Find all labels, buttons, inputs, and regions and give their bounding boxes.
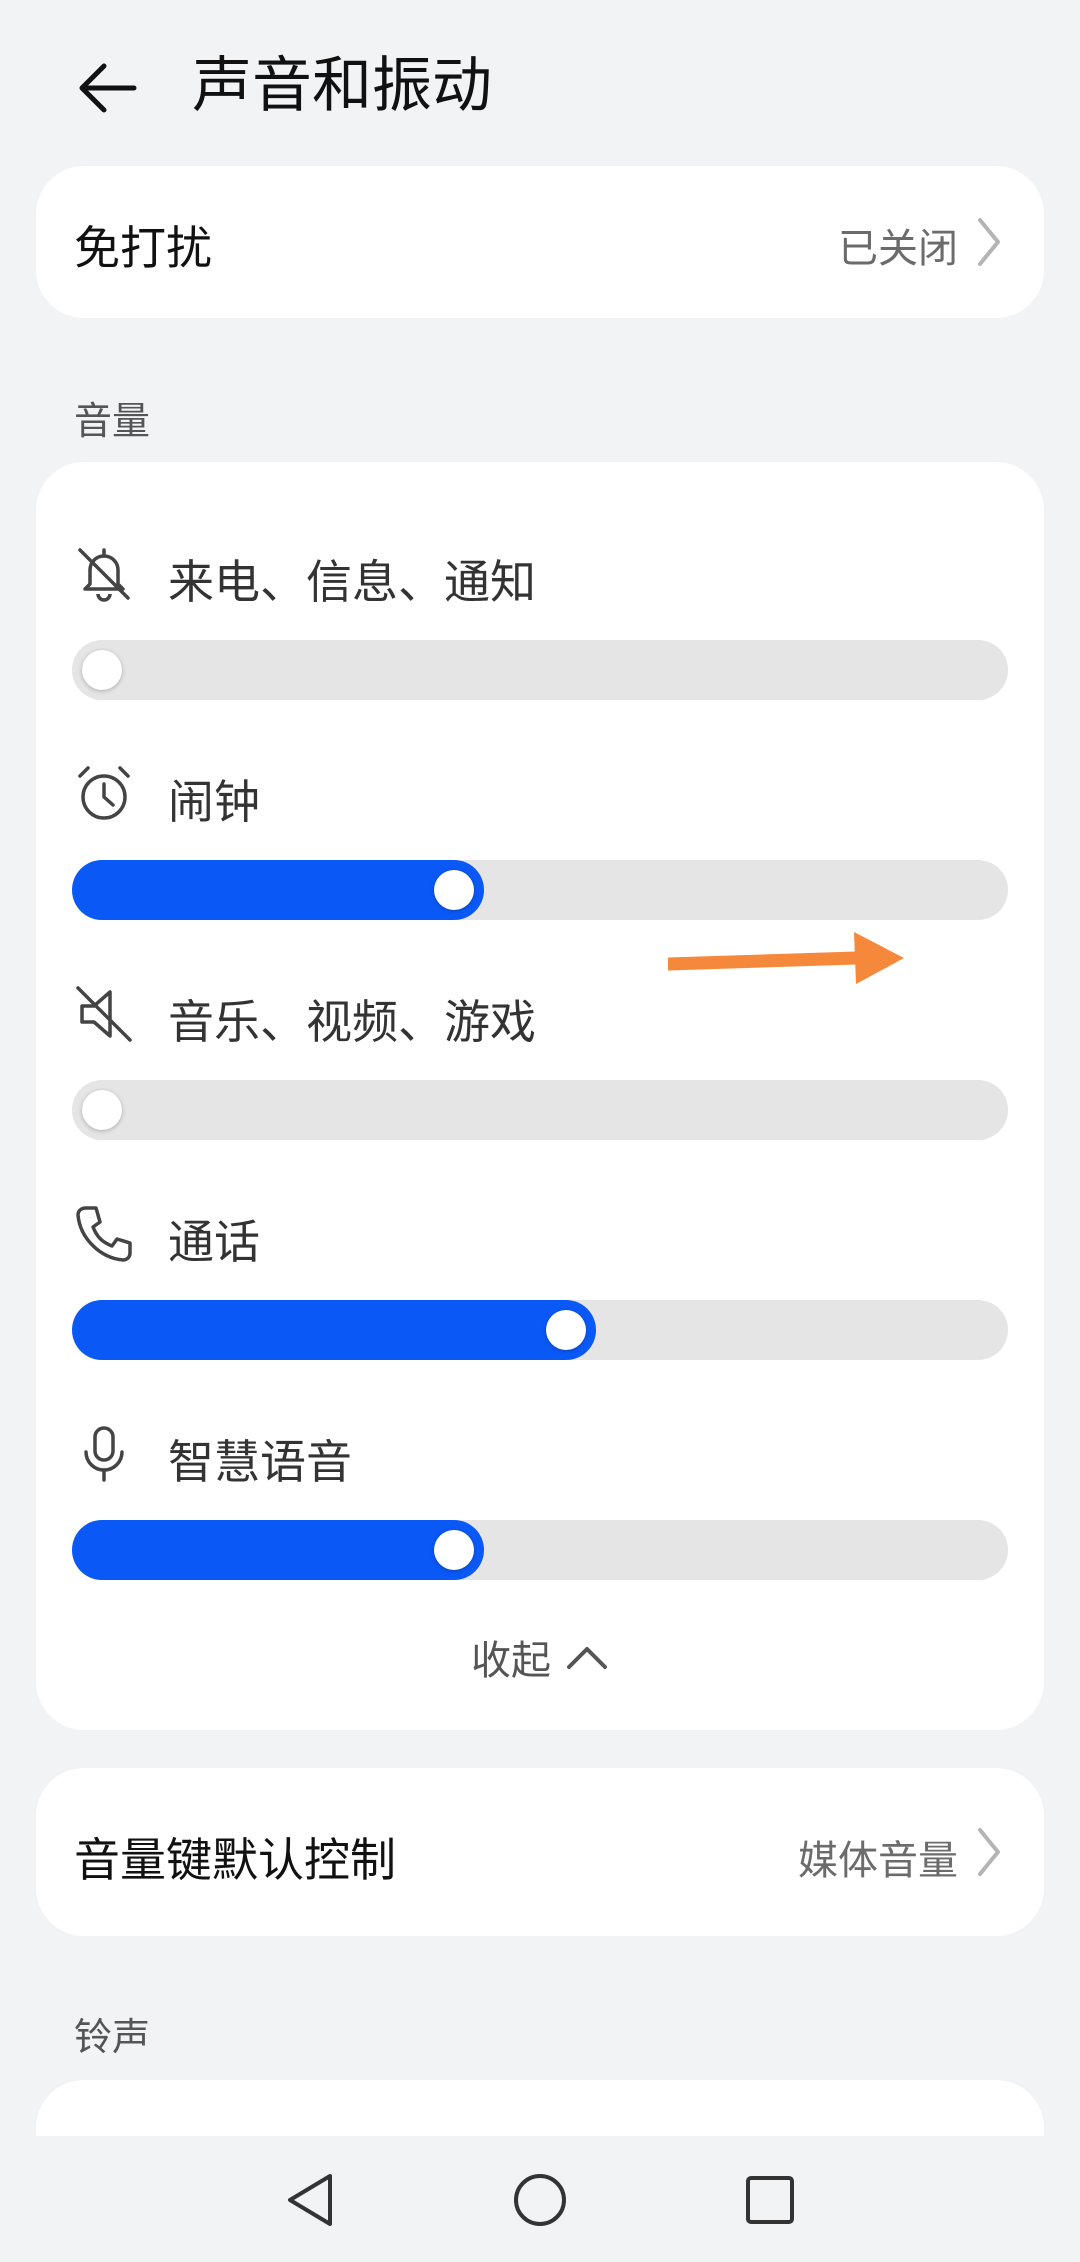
slider-thumb[interactable] <box>434 870 474 910</box>
volume-item-smart-voice: 智慧语音 <box>36 1422 1044 1642</box>
volume-item-label: 闹钟 <box>168 775 260 829</box>
volume-item-call: 通话 <box>36 1202 1044 1422</box>
microphone-icon <box>84 1426 124 1482</box>
slider-thumb[interactable] <box>546 1310 586 1350</box>
ringtone-section-label: 铃声 <box>74 2015 151 2059</box>
annotation-arrow-icon <box>668 932 904 984</box>
app-header: 声音和振动 <box>0 0 1080 160</box>
volume-item-media: 音乐、视频、游戏 <box>36 982 1044 1202</box>
volume-slider[interactable] <box>72 1300 1008 1360</box>
chevron-up-icon <box>567 1647 607 1669</box>
volume-item-label: 通话 <box>168 1215 260 1269</box>
slider-fill <box>72 1300 596 1360</box>
bell-muted-icon <box>78 548 130 602</box>
volume-item-ringtone-notification: 来电、信息、通知 <box>36 542 1044 762</box>
slider-thumb[interactable] <box>434 1530 474 1570</box>
volume-section-label: 音量 <box>74 399 151 443</box>
nav-recents-button[interactable] <box>730 2160 810 2240</box>
system-navigation-bar <box>0 2136 1080 2262</box>
page-title: 声音和振动 <box>192 51 492 121</box>
volume-item-label: 智慧语音 <box>168 1435 352 1489</box>
arrow-left-icon <box>79 63 137 113</box>
alarm-clock-icon <box>78 766 130 820</box>
volume-key-value: 媒体音量 <box>798 1838 958 1884</box>
dnd-status: 已关闭 <box>838 226 958 272</box>
triangle-back-icon <box>288 2174 332 2226</box>
volume-slider[interactable] <box>72 1080 1008 1140</box>
speaker-muted-icon <box>76 986 132 1042</box>
volume-item-label: 音乐、视频、游戏 <box>168 995 536 1049</box>
chevron-right-icon <box>978 218 1000 266</box>
slider-thumb[interactable] <box>82 1090 122 1130</box>
sound-vibration-screen: 声音和振动 免打扰 已关闭 音量 来电、信息、通知 闹钟 音乐、视频、游戏 通话… <box>0 0 1080 2262</box>
collapse-button[interactable]: 收起 <box>36 1628 1044 1686</box>
nav-back-button[interactable] <box>270 2160 350 2240</box>
volume-key-row[interactable]: 音量键默认控制 媒体音量 <box>36 1768 1044 1936</box>
slider-fill <box>72 860 484 920</box>
volume-key-title: 音量键默认控制 <box>74 1833 396 1887</box>
square-recents-icon <box>746 2176 794 2224</box>
slider-fill <box>72 1520 484 1580</box>
back-button[interactable] <box>60 40 156 136</box>
dnd-row[interactable]: 免打扰 已关闭 <box>36 166 1044 318</box>
circle-home-icon <box>514 2174 566 2226</box>
volume-item-label: 来电、信息、通知 <box>168 555 536 609</box>
phone-icon <box>76 1206 132 1262</box>
volume-slider[interactable] <box>72 640 1008 700</box>
dnd-title: 免打扰 <box>74 221 212 275</box>
volume-card: 来电、信息、通知 闹钟 音乐、视频、游戏 通话 智慧语音 收起 <box>36 462 1044 1730</box>
collapse-label: 收起 <box>471 1638 551 1684</box>
chevron-right-icon <box>978 1828 1000 1876</box>
nav-home-button[interactable] <box>500 2160 580 2240</box>
slider-thumb[interactable] <box>82 650 122 690</box>
volume-slider[interactable] <box>72 1520 1008 1580</box>
volume-slider[interactable] <box>72 860 1008 920</box>
